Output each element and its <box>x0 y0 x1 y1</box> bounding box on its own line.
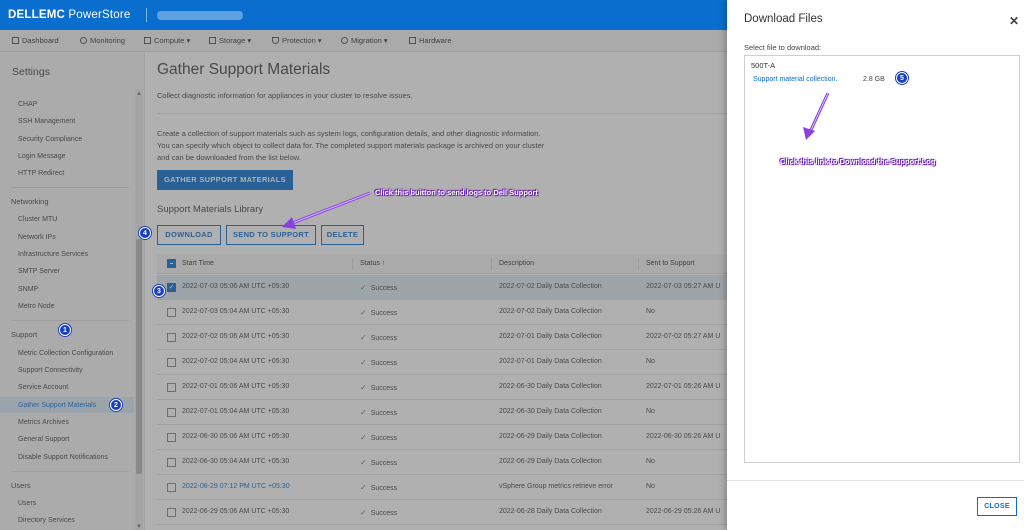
annotation-badge-1: 1 <box>59 324 71 336</box>
select-file-label: Select file to download: <box>744 43 822 52</box>
close-icon[interactable]: ✕ <box>1009 14 1019 28</box>
modal-footer-divider <box>727 480 1024 481</box>
annotation-badge-2: 2 <box>110 399 122 411</box>
modal-backdrop[interactable] <box>0 30 727 530</box>
annotation-badge-4: 4 <box>139 227 151 239</box>
appliance-name: 500T-A <box>751 61 776 70</box>
annotation-download-note: Click this link to Download the Support … <box>780 157 936 166</box>
file-size: 2.8 GB <box>863 76 885 83</box>
file-list-box: 500T-A Support material collection. 2.8 … <box>744 55 1020 463</box>
support-material-link[interactable]: Support material collection. <box>753 76 837 83</box>
close-button[interactable]: CLOSE <box>977 497 1017 516</box>
annotation-badge-3: 3 <box>153 285 165 297</box>
annotation-badge-5: 5 <box>896 72 908 84</box>
annotation-send-note: Click this buitton to send logs to Dell … <box>375 188 538 197</box>
cluster-name-redacted <box>156 10 243 20</box>
brand-logo: DELLEMC PowerStore <box>8 8 243 22</box>
download-files-panel: Download Files ✕ Select file to download… <box>727 0 1024 530</box>
modal-title: Download Files <box>744 13 823 25</box>
